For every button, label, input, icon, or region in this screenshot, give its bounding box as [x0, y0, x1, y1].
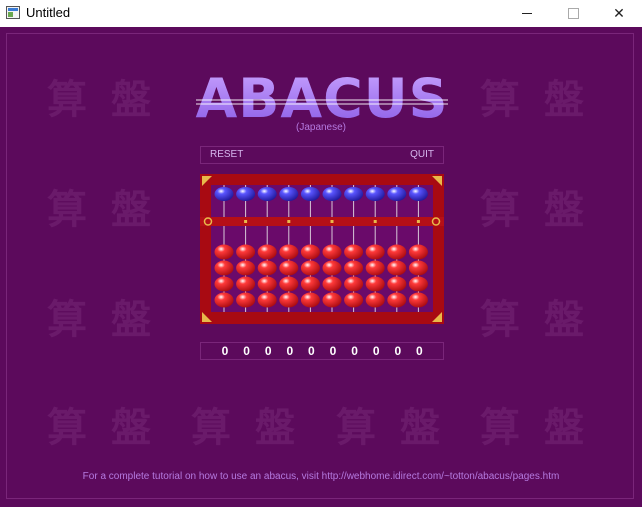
- earth-bead[interactable]: [300, 260, 320, 276]
- minimize-button[interactable]: [504, 0, 550, 27]
- earth-bead[interactable]: [387, 276, 407, 292]
- window-title: Untitled: [26, 5, 71, 20]
- maximize-icon: [567, 8, 579, 19]
- earth-bead[interactable]: [279, 292, 299, 308]
- earth-bead[interactable]: [214, 276, 234, 292]
- digit-value: 0: [264, 344, 272, 358]
- earth-bead[interactable]: [257, 260, 277, 276]
- heaven-bead[interactable]: [344, 187, 364, 201]
- earth-bead[interactable]: [279, 276, 299, 292]
- earth-bead[interactable]: [365, 244, 385, 260]
- earth-bead[interactable]: [344, 260, 364, 276]
- logo-subtitle: (Japanese): [295, 122, 347, 133]
- earth-bead[interactable]: [279, 244, 299, 260]
- heaven-bead[interactable]: [279, 187, 299, 201]
- earth-bead[interactable]: [322, 260, 342, 276]
- logo-stripes: [196, 98, 448, 107]
- earth-bead[interactable]: [365, 276, 385, 292]
- digit-value: 0: [394, 344, 402, 358]
- digit-value: 0: [243, 344, 250, 358]
- quit-button[interactable]: QUIT: [410, 149, 434, 160]
- reset-button[interactable]: RESET: [210, 149, 243, 160]
- earth-bead[interactable]: [279, 260, 299, 276]
- heaven-bead[interactable]: [257, 187, 277, 201]
- earth-bead[interactable]: [387, 244, 407, 260]
- heaven-bead[interactable]: [387, 187, 407, 201]
- digit-value: 0: [329, 344, 337, 358]
- digit-value: 0: [308, 344, 315, 358]
- digit-value: 0: [416, 344, 423, 358]
- earth-bead[interactable]: [300, 276, 320, 292]
- heaven-bead[interactable]: [300, 187, 320, 201]
- earth-bead[interactable]: [408, 260, 428, 276]
- earth-bead[interactable]: [408, 292, 428, 308]
- app-canvas: 算盤 算盤 算盤 算盤 算盤 算盤 算盤 算盤 算盤 算盤 ABACUS (Ja…: [0, 27, 642, 507]
- earth-bead[interactable]: [408, 244, 428, 260]
- minimize-icon: [522, 13, 532, 14]
- earth-bead[interactable]: [408, 276, 428, 292]
- earth-bead[interactable]: [236, 244, 256, 260]
- earth-bead[interactable]: [214, 244, 234, 260]
- window-titlebar[interactable]: Untitled ✕: [0, 0, 642, 27]
- earth-bead[interactable]: [344, 292, 364, 308]
- abacus-logo: ABACUS: [195, 71, 448, 125]
- beam-marker: [330, 220, 334, 223]
- earth-bead[interactable]: [236, 292, 256, 308]
- earth-bead[interactable]: [365, 292, 385, 308]
- earth-bead[interactable]: [257, 244, 277, 260]
- earth-bead[interactable]: [322, 292, 342, 308]
- earth-bead[interactable]: [344, 244, 364, 260]
- digit-value: 0: [286, 344, 294, 358]
- earth-bead[interactable]: [300, 244, 320, 260]
- beam-marker: [287, 220, 291, 223]
- earth-bead[interactable]: [344, 276, 364, 292]
- heaven-bead[interactable]: [236, 187, 256, 201]
- beam-marker: [244, 220, 248, 223]
- abacus-beam: [200, 217, 444, 226]
- tutorial-link-text: For a complete tutorial on how to use an…: [82, 471, 560, 482]
- beam-marker: [373, 220, 377, 223]
- heaven-bead[interactable]: [322, 187, 342, 201]
- controls-bar: RESET QUIT: [200, 146, 444, 164]
- close-icon: ✕: [613, 5, 625, 21]
- maximize-button[interactable]: [550, 0, 596, 27]
- earth-bead[interactable]: [322, 276, 342, 292]
- earth-bead[interactable]: [387, 292, 407, 308]
- abacus[interactable]: [200, 174, 444, 324]
- app-icon: [6, 6, 20, 19]
- earth-bead[interactable]: [322, 244, 342, 260]
- earth-bead[interactable]: [365, 260, 385, 276]
- earth-bead[interactable]: [214, 292, 234, 308]
- heaven-bead[interactable]: [408, 187, 428, 201]
- earth-bead[interactable]: [257, 292, 277, 308]
- heaven-bead[interactable]: [214, 187, 234, 201]
- heaven-bead[interactable]: [365, 187, 385, 201]
- digit-value: 0: [372, 344, 380, 358]
- digit-value: 0: [351, 344, 358, 358]
- close-button[interactable]: ✕: [596, 0, 642, 27]
- earth-bead[interactable]: [214, 260, 234, 276]
- earth-bead[interactable]: [257, 276, 277, 292]
- earth-bead[interactable]: [300, 292, 320, 308]
- beam-marker: [416, 220, 420, 223]
- digit-value: 0: [221, 344, 229, 358]
- earth-bead[interactable]: [236, 260, 256, 276]
- earth-bead[interactable]: [236, 276, 256, 292]
- value-readout: 0000000000: [200, 342, 444, 360]
- earth-bead[interactable]: [387, 260, 407, 276]
